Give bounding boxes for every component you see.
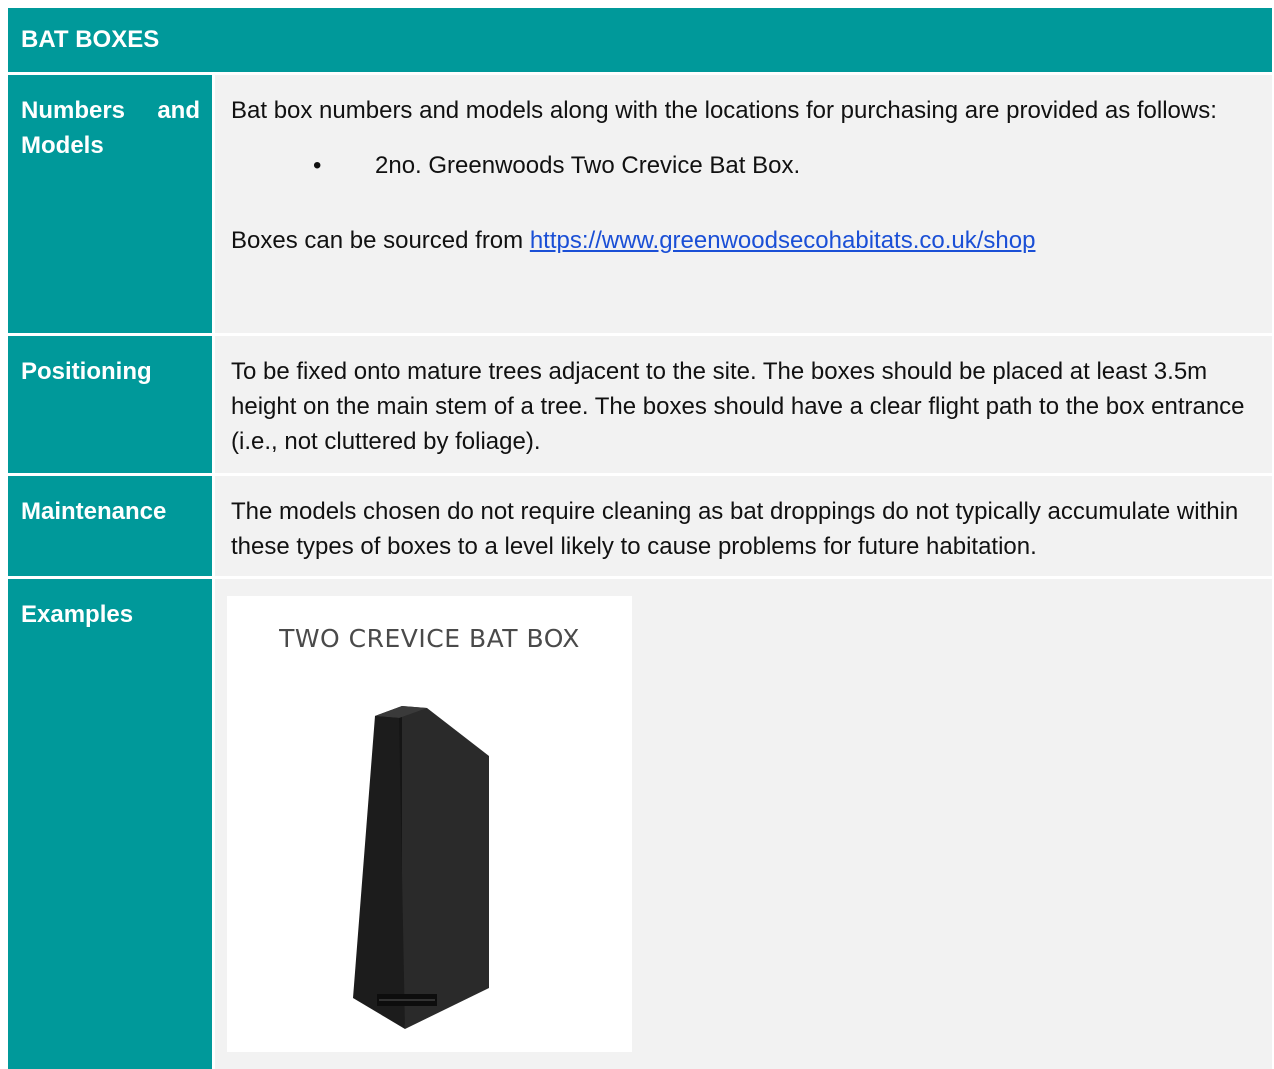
row-numbers-and-models: Numbers and Models Bat box numbers and m… — [8, 75, 1272, 333]
row-label-positioning: Positioning — [8, 336, 212, 473]
row-examples: Examples — [8, 579, 1272, 1069]
bat-box-example-image: TWO CREVICE BAT BOX — [227, 596, 632, 1052]
source-line: Boxes can be sourced from https://www.gr… — [231, 223, 1258, 258]
table-header: BAT BOXES — [8, 8, 1272, 72]
row-positioning: Positioning To be fixed onto mature tree… — [8, 336, 1272, 473]
bat-box-left-face — [353, 716, 405, 1029]
positioning-text: To be fixed onto mature trees adjacent t… — [231, 358, 1245, 455]
bullet-text: 2no. Greenwoods Two Crevice Bat Box. — [375, 152, 801, 179]
bullet-icon: • — [313, 152, 322, 179]
row-label-numbers-and-models: Numbers and Models — [8, 75, 212, 333]
shop-link[interactable]: https://www.greenwoodsecohabitats.co.uk/… — [530, 227, 1036, 254]
row-content-maintenance: The models chosen do not require cleanin… — [215, 476, 1272, 576]
row-maintenance: Maintenance The models chosen do not req… — [8, 476, 1272, 576]
list-item: • 2no. Greenwoods Two Crevice Bat Box. — [231, 148, 1258, 183]
numbers-intro-text: Bat box numbers and models along with th… — [231, 97, 1217, 124]
source-prefix: Boxes can be sourced from — [231, 227, 530, 254]
bat-boxes-table: BAT BOXES Numbers and Models Bat box num… — [8, 8, 1272, 1069]
row-label-maintenance: Maintenance — [8, 476, 212, 576]
bat-box-front-face — [402, 706, 489, 1029]
bat-box-illustration — [353, 706, 489, 1029]
row-label-examples: Examples — [8, 579, 212, 1069]
row-content-positioning: To be fixed onto mature trees adjacent t… — [215, 336, 1272, 473]
row-content-numbers-and-models: Bat box numbers and models along with th… — [215, 75, 1272, 333]
maintenance-text: The models chosen do not require cleanin… — [231, 498, 1239, 560]
